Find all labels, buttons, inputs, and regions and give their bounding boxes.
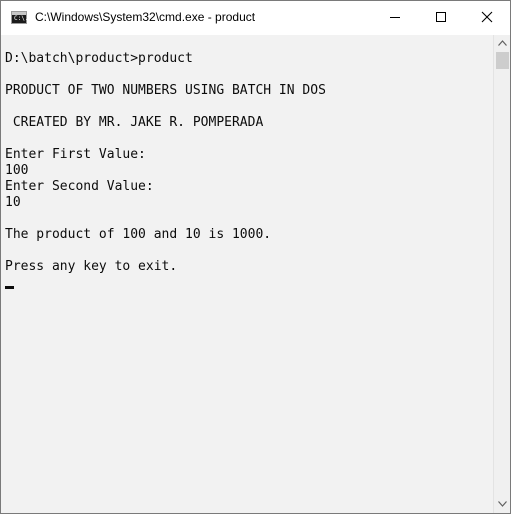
scroll-up-arrow-icon [498,40,507,46]
close-button[interactable] [464,1,510,33]
console-line: Enter Second Value: [5,179,154,194]
cmd-window: C:\. C:\Windows\System32\cmd.exe - produ… [0,0,511,514]
scroll-up-button[interactable] [494,35,511,52]
console-line: 100 [5,163,29,178]
console-line: PRODUCT OF TWO NUMBERS USING BATCH IN DO… [5,83,326,98]
scroll-down-arrow-icon [498,501,507,507]
vertical-scrollbar[interactable] [493,35,510,513]
minimize-button[interactable] [372,1,418,33]
console-line: Enter First Value: [5,147,146,162]
console-line: The product of 100 and 10 is 1000. [5,227,272,242]
console-output[interactable]: D:\batch\product>product PRODUCT OF TWO … [2,35,492,512]
title-bar[interactable]: C:\. C:\Windows\System32\cmd.exe - produ… [1,1,510,35]
minimize-icon [390,17,400,18]
console-line: CREATED BY MR. JAKE R. POMPERADA [5,115,264,130]
maximize-icon [436,12,446,22]
cmd-icon[interactable]: C:\. [11,11,28,24]
maximize-button[interactable] [418,1,464,33]
window-title: C:\Windows\System32\cmd.exe - product [35,10,256,24]
scroll-down-button[interactable] [494,496,511,513]
scroll-thumb[interactable] [496,52,509,69]
console-line: Press any key to exit. [5,259,178,274]
console-line: 10 [5,195,21,210]
text-cursor [5,286,14,289]
console-line: D:\batch\product>product [5,51,193,66]
close-icon [481,11,493,23]
